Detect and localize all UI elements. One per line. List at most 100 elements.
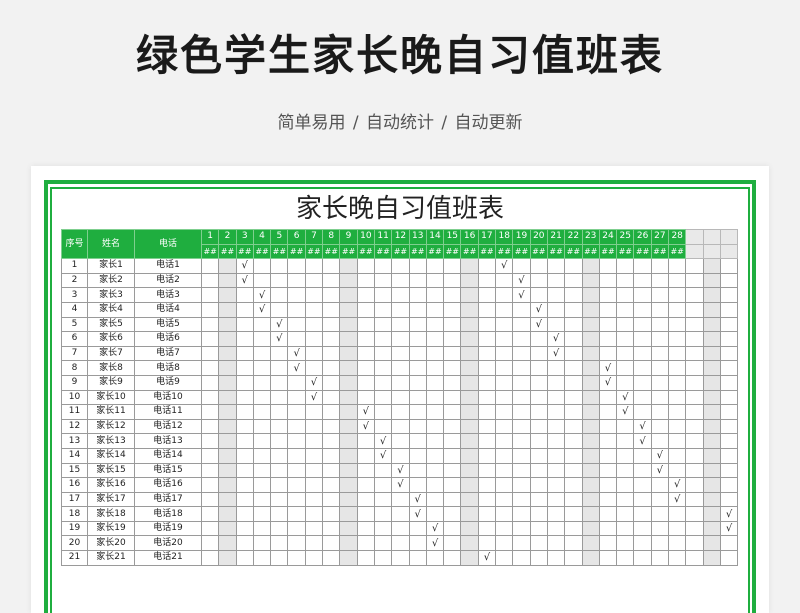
day-cell[interactable]: [598, 520, 618, 537]
day-cell[interactable]: [616, 272, 635, 289]
day-cell[interactable]: [512, 404, 531, 420]
check-mark-cell[interactable]: √: [668, 491, 687, 508]
day-cell[interactable]: [356, 301, 375, 318]
day-cell[interactable]: [460, 389, 479, 406]
day-cell[interactable]: [460, 345, 479, 362]
day-cell[interactable]: [270, 272, 289, 289]
day-cell[interactable]: [529, 374, 548, 391]
day-cell[interactable]: [218, 345, 237, 362]
day-cell[interactable]: [443, 447, 462, 464]
day-cell[interactable]: [460, 520, 479, 537]
row-index-cell[interactable]: 9: [61, 374, 88, 391]
day-cell[interactable]: [270, 287, 289, 303]
check-mark-cell[interactable]: √: [391, 477, 410, 493]
day-cell[interactable]: [373, 491, 393, 508]
day-cell[interactable]: [322, 331, 341, 347]
day-cell[interactable]: [304, 272, 324, 289]
day-cell[interactable]: [218, 272, 237, 289]
day-cell[interactable]: [564, 360, 583, 376]
row-index-cell[interactable]: 13: [61, 433, 88, 449]
day-cell[interactable]: [356, 360, 375, 376]
check-mark-cell[interactable]: √: [235, 272, 254, 289]
day-cell[interactable]: [598, 345, 618, 362]
day-cell[interactable]: [529, 345, 548, 362]
day-cell[interactable]: [252, 331, 272, 347]
day-cell[interactable]: [460, 258, 479, 274]
day-cell[interactable]: [408, 345, 427, 362]
day-cell[interactable]: [391, 360, 410, 376]
day-cell[interactable]: [356, 331, 375, 347]
day-cell[interactable]: [322, 360, 341, 376]
day-cell[interactable]: [218, 506, 237, 522]
day-cell[interactable]: [633, 331, 652, 347]
day-cell[interactable]: [668, 258, 687, 274]
day-cell[interactable]: [339, 550, 358, 566]
day-cell[interactable]: [477, 520, 497, 537]
day-cell[interactable]: [391, 389, 410, 406]
day-cell[interactable]: [650, 360, 670, 376]
day-cell[interactable]: [685, 506, 704, 522]
day-cell[interactable]: [546, 520, 566, 537]
row-index-cell[interactable]: 10: [61, 389, 88, 406]
day-cell[interactable]: [235, 462, 254, 479]
day-cell[interactable]: [356, 506, 375, 522]
day-cell[interactable]: [443, 535, 462, 552]
day-cell[interactable]: [495, 433, 514, 449]
day-cell[interactable]: [460, 447, 479, 464]
day-cell[interactable]: [460, 272, 479, 289]
day-cell[interactable]: [650, 287, 670, 303]
day-cell[interactable]: [512, 491, 531, 508]
day-cell[interactable]: [339, 301, 358, 318]
day-cell[interactable]: [373, 462, 393, 479]
day-cell[interactable]: [719, 491, 739, 508]
day-cell[interactable]: [477, 272, 497, 289]
day-cell[interactable]: [581, 389, 600, 406]
day-cell[interactable]: [633, 345, 652, 362]
day-cell[interactable]: [616, 535, 635, 552]
day-cell[interactable]: [702, 550, 721, 566]
day-cell[interactable]: [304, 360, 324, 376]
day-cell[interactable]: [373, 520, 393, 537]
day-cell[interactable]: [356, 535, 375, 552]
day-cell[interactable]: [304, 550, 324, 566]
day-cell[interactable]: [425, 462, 445, 479]
day-cell[interactable]: [287, 287, 306, 303]
day-cell[interactable]: [477, 506, 497, 522]
day-cell[interactable]: [425, 550, 445, 566]
day-cell[interactable]: [685, 374, 704, 391]
day-cell[interactable]: [287, 404, 306, 420]
day-cell[interactable]: [287, 374, 306, 391]
row-index-cell[interactable]: 16: [61, 477, 88, 493]
day-cell[interactable]: [373, 550, 393, 566]
day-cell[interactable]: [668, 287, 687, 303]
check-mark-cell[interactable]: √: [512, 287, 531, 303]
day-cell[interactable]: [495, 491, 514, 508]
check-mark-cell[interactable]: √: [356, 404, 375, 420]
check-mark-cell[interactable]: √: [616, 389, 635, 406]
day-cell[interactable]: [719, 433, 739, 449]
day-cell[interactable]: [270, 477, 289, 493]
check-mark-cell[interactable]: √: [477, 550, 497, 566]
day-cell[interactable]: [668, 418, 687, 435]
day-cell[interactable]: [581, 447, 600, 464]
row-index-cell[interactable]: 6: [61, 331, 88, 347]
row-index-cell[interactable]: 21: [61, 550, 88, 566]
day-cell[interactable]: [495, 345, 514, 362]
day-cell[interactable]: [529, 520, 548, 537]
day-cell[interactable]: [425, 287, 445, 303]
day-cell[interactable]: [200, 316, 220, 333]
check-mark-cell[interactable]: √: [529, 316, 548, 333]
day-cell[interactable]: [719, 418, 739, 435]
day-cell[interactable]: [322, 491, 341, 508]
day-cell[interactable]: [650, 535, 670, 552]
day-cell[interactable]: [598, 418, 618, 435]
day-cell[interactable]: [339, 433, 358, 449]
day-cell[interactable]: [339, 477, 358, 493]
day-cell[interactable]: [425, 418, 445, 435]
day-cell[interactable]: [598, 389, 618, 406]
day-cell[interactable]: [339, 360, 358, 376]
day-cell[interactable]: [322, 374, 341, 391]
day-cell[interactable]: [252, 550, 272, 566]
day-cell[interactable]: [512, 520, 531, 537]
day-cell[interactable]: [668, 345, 687, 362]
